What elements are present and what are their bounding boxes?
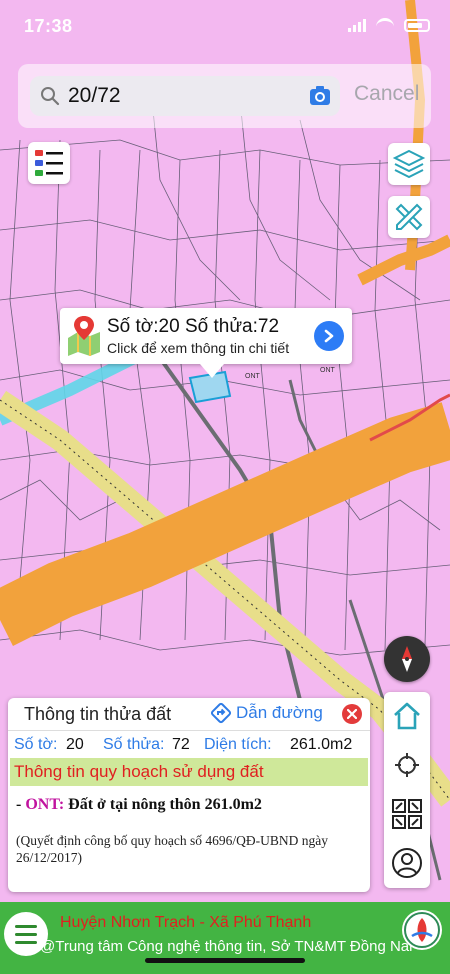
popup-tail [200, 364, 224, 378]
legend-list-icon [35, 150, 63, 176]
compass-button[interactable] [384, 636, 430, 682]
land-use-description: Đất ở tại nông thôn 261.0m2 [64, 796, 262, 813]
home-indicator [145, 958, 305, 963]
location-title: Huyện Nhơn Trạch - Xã Phú Thạnh [60, 914, 312, 931]
qr-code-icon [392, 799, 422, 829]
layers-button[interactable] [388, 143, 430, 185]
account-button[interactable] [389, 845, 425, 881]
map-label-ont: ONT [320, 367, 336, 374]
plan-decision-note: (Quyết định công bố quy hoạch số 4696/QĐ… [16, 833, 328, 865]
parcel-label: Số thửa: [103, 736, 165, 753]
battery-icon [404, 18, 430, 32]
sheet-label: Số tờ: [14, 736, 58, 753]
compass-icon [402, 646, 412, 672]
search-box[interactable] [30, 76, 340, 116]
legend-button[interactable] [28, 142, 70, 184]
dong-nai-logo [402, 910, 442, 950]
directions-button[interactable]: Dẫn đường [210, 702, 323, 724]
organization-credit: @Trung tâm Công nghệ thông tin, Sở TN&MT… [40, 938, 413, 955]
parcel-summary-row: Số tờ: 20 Số thửa: 72 Diện tích: 261.0m2 [14, 736, 364, 756]
search-icon [41, 87, 60, 106]
cellular-signal-icon [348, 18, 366, 32]
qr-scan-button[interactable] [389, 796, 425, 832]
status-time: 17:38 [24, 16, 73, 36]
land-use-plan-header: Thông tin quy hoạch sử dụng đất [10, 758, 368, 786]
land-use-code: ONT: [25, 796, 65, 813]
home-icon [394, 702, 420, 730]
land-use-item: - ONT: Đất ở tại nông thôn 261.0m2 [16, 796, 262, 813]
area-value: 261.0m2 [290, 736, 353, 753]
status-icons [348, 18, 430, 32]
parcel-info-panel: Thông tin thửa đất Dẫn đường Số tờ: 20 S… [8, 698, 370, 892]
popup-subtitle: Click để xem thông tin chi tiết [107, 340, 290, 356]
bottom-bar: Huyện Nhơn Trạch - Xã Phú Thạnh @Trung t… [0, 902, 450, 974]
locate-me-button[interactable] [389, 747, 425, 783]
map-label-ont: ONT [245, 373, 261, 380]
parcel-popup[interactable]: Số tờ:20 Số thửa:72 Click để xem thông t… [60, 308, 352, 378]
hamburger-icon [15, 924, 37, 928]
sheet-value: 20 [66, 736, 84, 753]
map-pin-icon [68, 316, 100, 356]
camera-icon[interactable] [308, 84, 332, 108]
user-icon [392, 848, 422, 878]
crosshair-icon [395, 753, 419, 777]
directions-label: Dẫn đường [236, 703, 323, 722]
search-input[interactable] [68, 80, 300, 112]
wifi-icon [376, 18, 394, 32]
close-button[interactable] [342, 704, 362, 724]
emblem-icon [404, 912, 440, 948]
right-toolbar [384, 692, 430, 888]
layers-icon [392, 149, 426, 179]
info-panel-title: Thông tin thửa đất [24, 704, 172, 724]
status-bar: 17:38 [0, 0, 450, 52]
search-panel: Cancel [18, 64, 431, 128]
parcel-value: 72 [172, 736, 190, 753]
home-button[interactable] [389, 698, 425, 734]
chevron-right-icon [324, 329, 334, 343]
directions-icon [210, 702, 232, 724]
ruler-pencil-icon [395, 203, 423, 231]
cancel-button[interactable]: Cancel [354, 82, 419, 106]
measure-tool-button[interactable] [388, 196, 430, 238]
close-icon [347, 709, 357, 719]
divider [8, 730, 370, 731]
popup-title: Số tờ:20 Số thửa:72 [107, 316, 280, 337]
area-label: Diện tích: [204, 736, 272, 753]
popup-detail-button[interactable] [314, 321, 344, 351]
